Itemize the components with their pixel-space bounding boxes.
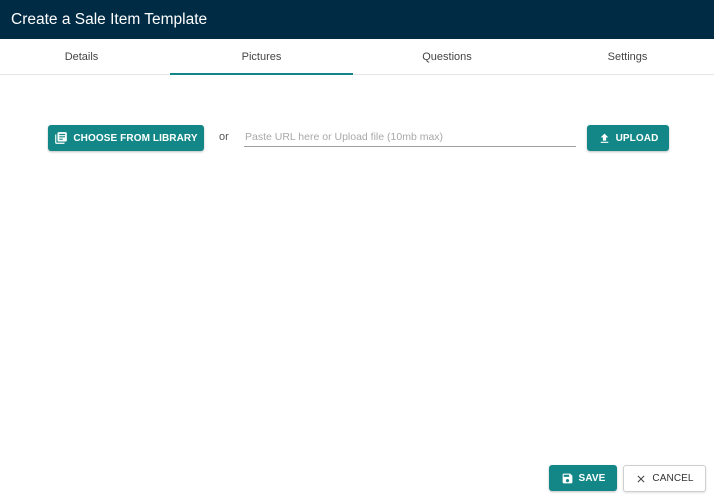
library-icon — [54, 131, 68, 145]
upload-button[interactable]: UPLOAD — [587, 125, 669, 151]
choose-from-library-button[interactable]: CHOOSE FROM LIBRARY — [48, 125, 204, 151]
or-separator: or — [219, 131, 229, 143]
tab-bar: Details Pictures Questions Settings — [0, 39, 714, 75]
tab-label: Settings — [607, 50, 648, 63]
window-titlebar: Create a Sale Item Template — [0, 0, 714, 39]
save-button[interactable]: SAVE — [549, 465, 617, 491]
picture-url-input[interactable] — [244, 127, 576, 147]
cancel-label: CANCEL — [652, 473, 694, 484]
tab-label: Pictures — [241, 50, 282, 63]
save-label: SAVE — [578, 472, 606, 484]
close-icon — [635, 473, 647, 485]
upload-icon — [598, 132, 611, 145]
choose-from-library-label: CHOOSE FROM LIBRARY — [73, 132, 198, 144]
tab-questions[interactable]: Questions — [353, 39, 541, 74]
tab-label: Questions — [422, 50, 472, 63]
tab-details[interactable]: Details — [0, 39, 163, 74]
tab-pictures[interactable]: Pictures — [170, 39, 353, 75]
tab-label: Details — [64, 50, 99, 63]
save-icon — [561, 472, 574, 485]
cancel-button[interactable]: CANCEL — [623, 465, 706, 492]
tab-settings[interactable]: Settings — [541, 39, 714, 74]
upload-label: UPLOAD — [615, 132, 659, 144]
window-title: Create a Sale Item Template — [11, 10, 208, 28]
